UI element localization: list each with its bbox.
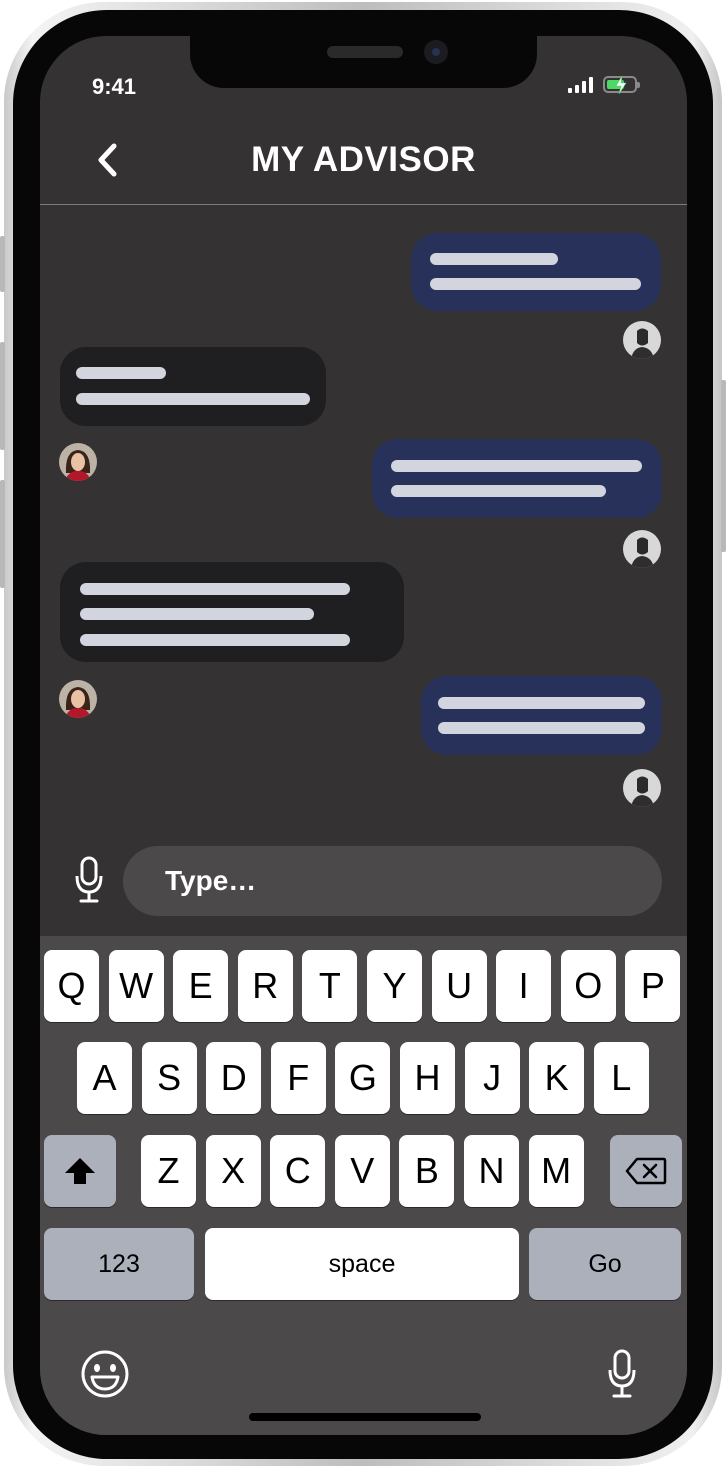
page-title: MY ADVISOR bbox=[251, 140, 476, 179]
backspace-icon bbox=[625, 1157, 667, 1185]
outgoing-message-bubble[interactable] bbox=[421, 676, 662, 755]
message-text-placeholder bbox=[430, 278, 641, 290]
letter-key[interactable]: P bbox=[625, 950, 681, 1022]
letter-key[interactable]: Y bbox=[367, 950, 422, 1022]
silent-switch bbox=[0, 236, 5, 292]
cellular-signal-icon bbox=[568, 76, 593, 93]
letter-key[interactable]: G bbox=[335, 1042, 391, 1114]
letter-key[interactable]: R bbox=[237, 950, 293, 1022]
dictation-button[interactable] bbox=[607, 1349, 637, 1399]
user-avatar bbox=[623, 530, 661, 568]
letter-key[interactable]: C bbox=[270, 1135, 326, 1207]
battery-charging-icon bbox=[603, 76, 640, 94]
status-icons bbox=[568, 76, 640, 94]
message-text-placeholder bbox=[391, 485, 606, 497]
smiley-face-icon bbox=[81, 1350, 129, 1398]
letter-key[interactable]: I bbox=[496, 950, 552, 1022]
message-text-placeholder bbox=[80, 634, 350, 646]
letter-key[interactable]: X bbox=[205, 1135, 261, 1207]
letter-key[interactable]: K bbox=[529, 1042, 585, 1114]
letter-key[interactable]: U bbox=[431, 950, 487, 1022]
space-key[interactable]: space bbox=[205, 1228, 519, 1300]
shift-arrow-icon bbox=[65, 1158, 95, 1184]
phone-screen: 9:41 MY ADVISOR Type… Q W E R T Y U I O … bbox=[40, 36, 687, 1435]
advisor-avatar bbox=[59, 443, 97, 481]
letter-key[interactable]: D bbox=[206, 1042, 262, 1114]
incoming-message-bubble[interactable] bbox=[60, 562, 404, 662]
message-text-placeholder bbox=[438, 722, 645, 734]
letter-key[interactable]: B bbox=[399, 1135, 455, 1207]
letter-key[interactable]: H bbox=[400, 1042, 455, 1114]
letter-key[interactable]: E bbox=[173, 950, 229, 1022]
user-avatar bbox=[623, 321, 661, 359]
letter-key[interactable]: N bbox=[464, 1135, 519, 1207]
message-input[interactable] bbox=[123, 846, 662, 916]
letter-key[interactable]: T bbox=[302, 950, 358, 1022]
letter-key[interactable]: A bbox=[77, 1042, 132, 1114]
message-text-placeholder bbox=[391, 460, 642, 472]
home-indicator bbox=[249, 1413, 481, 1421]
microphone-icon bbox=[608, 1349, 636, 1398]
message-text-placeholder bbox=[430, 253, 558, 265]
user-avatar bbox=[623, 769, 661, 807]
letter-key[interactable]: F bbox=[270, 1042, 326, 1114]
numbers-key[interactable]: 123 bbox=[44, 1228, 194, 1300]
letter-key[interactable]: L bbox=[593, 1042, 649, 1114]
power-button bbox=[721, 380, 726, 552]
letter-key[interactable]: W bbox=[108, 950, 164, 1022]
letter-key[interactable]: M bbox=[528, 1135, 584, 1207]
letter-key[interactable]: Q bbox=[44, 950, 99, 1022]
notch bbox=[190, 36, 537, 88]
status-time: 9:41 bbox=[92, 74, 137, 99]
incoming-message-bubble[interactable] bbox=[60, 347, 326, 426]
voice-input-button[interactable] bbox=[74, 856, 104, 904]
go-key[interactable]: Go bbox=[529, 1228, 681, 1300]
letter-key[interactable]: S bbox=[141, 1042, 197, 1114]
letter-key[interactable]: O bbox=[560, 950, 616, 1022]
outgoing-message-bubble[interactable] bbox=[411, 233, 661, 311]
advisor-avatar bbox=[59, 680, 97, 718]
letter-key[interactable]: J bbox=[464, 1042, 520, 1114]
letter-key[interactable]: V bbox=[334, 1135, 390, 1207]
emoji-button[interactable] bbox=[80, 1349, 130, 1399]
message-text-placeholder bbox=[80, 608, 314, 620]
message-text-placeholder bbox=[76, 393, 310, 405]
speaker-grille bbox=[327, 46, 403, 58]
volume-down-button bbox=[0, 480, 5, 588]
letter-key[interactable]: Z bbox=[141, 1135, 196, 1207]
nav-header: MY ADVISOR bbox=[40, 126, 687, 205]
message-text-placeholder bbox=[80, 583, 350, 595]
message-text-placeholder bbox=[438, 697, 645, 709]
volume-up-button bbox=[0, 342, 5, 450]
microphone-icon bbox=[75, 856, 103, 903]
keyboard: QWERTYUIOP ASDFGHJKL ZXCVBNM 123 space G… bbox=[40, 936, 687, 1435]
delete-key[interactable] bbox=[610, 1135, 682, 1207]
shift-key[interactable] bbox=[44, 1135, 116, 1207]
message-text-placeholder bbox=[76, 367, 166, 379]
outgoing-message-bubble[interactable] bbox=[372, 439, 662, 518]
front-camera bbox=[424, 40, 448, 64]
